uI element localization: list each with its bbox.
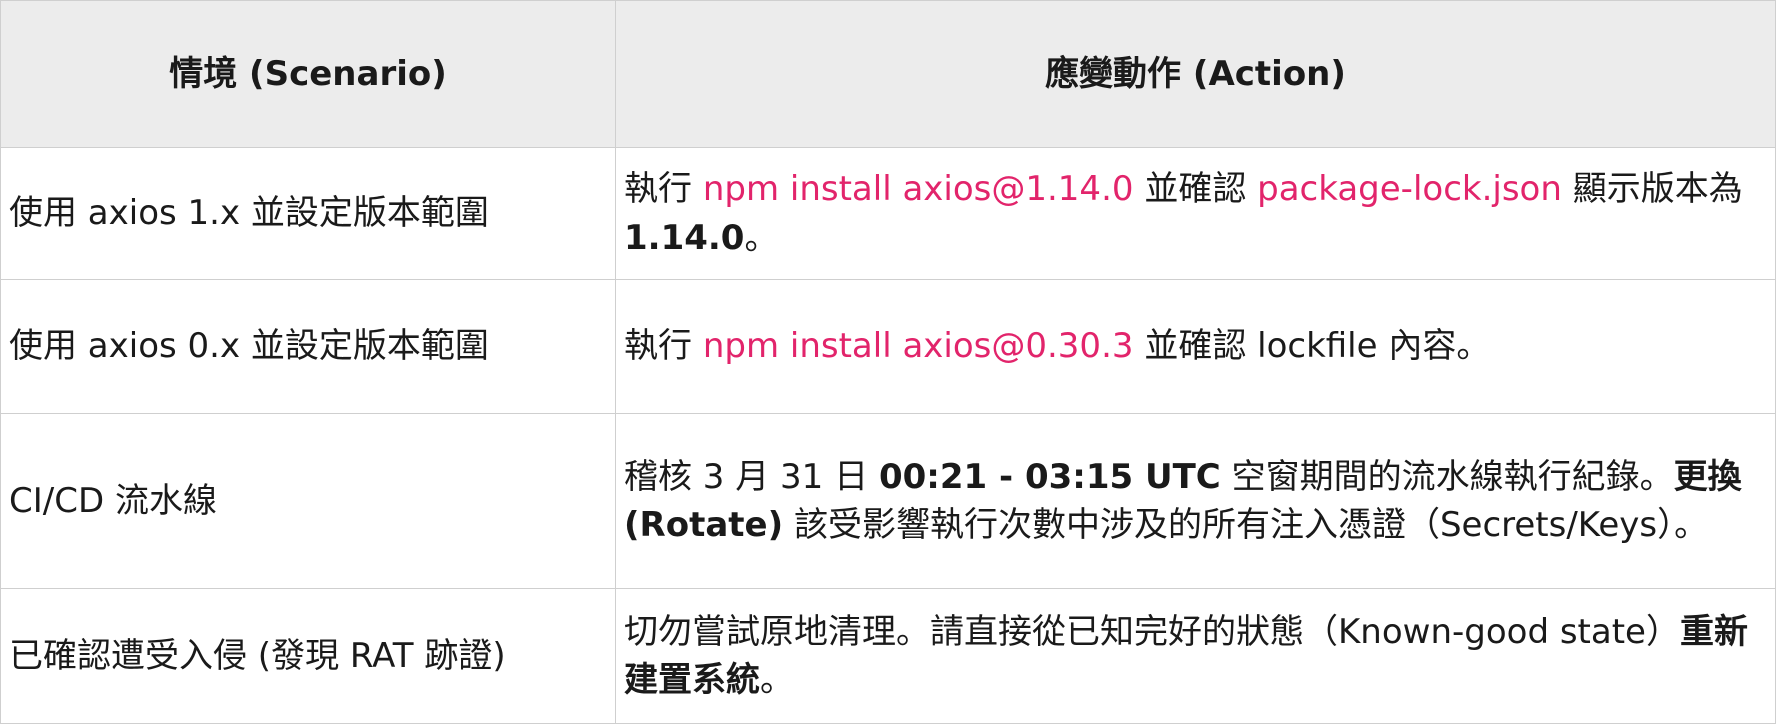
action-text: 顯示版本為 bbox=[1561, 169, 1743, 210]
scenario-cell: 已確認遭受入侵 (發現 RAT 跡證) bbox=[0, 588, 616, 724]
time-window-text: 00:21 - 03:15 UTC bbox=[878, 456, 1221, 497]
column-header-scenario: 情境 (Scenario) bbox=[0, 0, 616, 148]
scenario-cell: 使用 axios 0.x 並設定版本範圍 bbox=[0, 279, 616, 414]
action-text: 。 bbox=[760, 660, 794, 700]
scenario-cell: 使用 axios 1.x 並設定版本範圍 bbox=[0, 147, 616, 280]
table-row: 已確認遭受入侵 (發現 RAT 跡證) 切勿嘗試原地清理。請直接從已知完好的狀態… bbox=[0, 588, 1776, 724]
action-cell: 稽核 3 月 31 日 00:21 - 03:15 UTC 空窗期間的流水線執行… bbox=[615, 413, 1776, 589]
action-text: 空窗期間的流水線執行紀錄。 bbox=[1220, 456, 1674, 497]
command-text: npm install axios@0.30.3 bbox=[702, 326, 1134, 367]
response-table: 情境 (Scenario) 應變動作 (Action) 使用 axios 1.x… bbox=[0, 0, 1776, 724]
action-cell: 執行 npm install axios@0.30.3 並確認 lockfile… bbox=[615, 279, 1776, 414]
action-text: 稽核 3 月 31 日 bbox=[624, 456, 879, 497]
action-cell: 執行 npm install axios@1.14.0 並確認 package-… bbox=[615, 147, 1776, 280]
version-text: 1.14.0 bbox=[624, 217, 745, 258]
action-text: 執行 bbox=[624, 326, 703, 367]
action-text: 切勿嘗試原地清理。請直接從已知完好的狀態（Known-good state） bbox=[624, 611, 1680, 652]
command-text: npm install axios@1.14.0 bbox=[702, 169, 1134, 210]
table-row: 使用 axios 0.x 並設定版本範圍 執行 npm install axio… bbox=[0, 279, 1776, 414]
action-text: 。 bbox=[744, 217, 779, 258]
action-text: 並確認 lockfile 內容。 bbox=[1133, 326, 1491, 367]
action-text: 該受影響執行次數中涉及的所有注入憑證（Secrets/Keys）。 bbox=[783, 505, 1709, 545]
action-cell: 切勿嘗試原地清理。請直接從已知完好的狀態（Known-good state）重新… bbox=[615, 588, 1776, 724]
table-row: CI/CD 流水線 稽核 3 月 31 日 00:21 - 03:15 UTC … bbox=[0, 413, 1776, 589]
column-header-action: 應變動作 (Action) bbox=[615, 0, 1776, 148]
scenario-cell: CI/CD 流水線 bbox=[0, 413, 616, 589]
table-row: 使用 axios 1.x 並設定版本範圍 執行 npm install axio… bbox=[0, 147, 1776, 280]
action-text: 執行 bbox=[624, 169, 703, 210]
table-header-row: 情境 (Scenario) 應變動作 (Action) bbox=[0, 0, 1776, 148]
filename-text: package-lock.json bbox=[1257, 169, 1562, 210]
action-text: 並確認 bbox=[1133, 169, 1258, 210]
